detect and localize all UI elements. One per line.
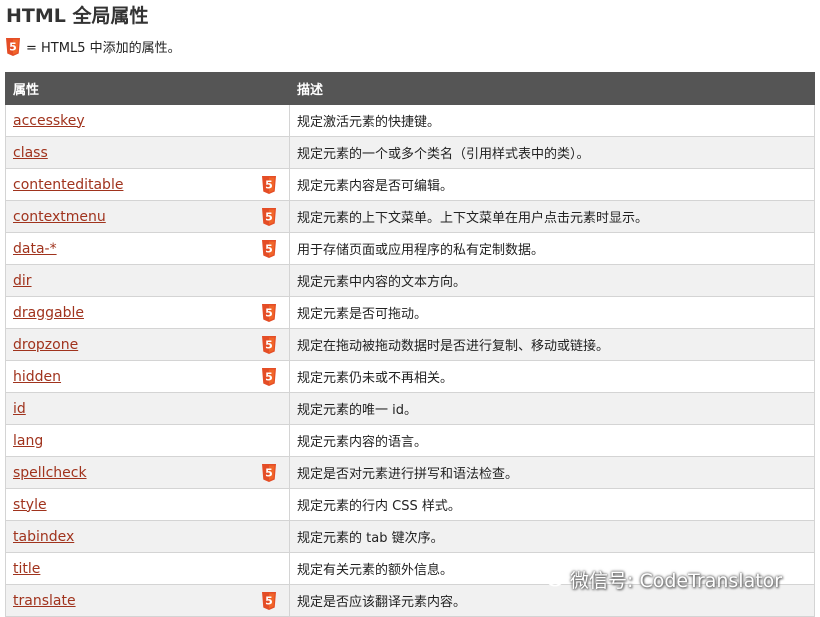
attribute-link[interactable]: dir [13,273,32,289]
description-cell: 规定元素仍未或不再相关。 [289,360,815,393]
html5-icon: 5 [262,304,276,322]
html5-icon: 5 [262,592,276,610]
header-description: 描述 [289,72,815,105]
attribute-cell: accesskey [5,104,290,137]
attribute-link[interactable]: accesskey [13,113,85,129]
table-row: style 规定元素的行内 CSS 样式。 [5,488,815,521]
attribute-link[interactable]: title [13,561,40,577]
attribute-cell: contextmenu 5 [5,200,290,233]
wechat-watermark: 微信号: CodeTranslator [538,566,782,593]
attribute-link[interactable]: spellcheck [13,465,87,481]
html5-icon: 5 [262,464,276,482]
description-cell: 规定元素的上下文菜单。上下文菜单在用户点击元素时显示。 [289,200,815,233]
table-row: class 规定元素的一个或多个类名（引用样式表中的类）。 [5,136,815,169]
table-header-row: 属性 描述 [5,72,815,105]
description-cell: 规定元素的一个或多个类名（引用样式表中的类）。 [289,136,815,169]
table-row: accesskey 规定激活元素的快捷键。 [5,104,815,137]
attribute-cell: contenteditable 5 [5,168,290,201]
attribute-cell: data-* 5 [5,232,290,265]
svg-text:5: 5 [265,371,273,384]
description-cell: 规定是否对元素进行拼写和语法检查。 [289,456,815,489]
attribute-link[interactable]: class [13,145,48,161]
attribute-cell: lang [5,424,290,457]
html5-legend: 5 = HTML5 中添加的属性。 [6,37,181,56]
attribute-cell: dir [5,264,290,297]
table-row: hidden 5 规定元素仍未或不再相关。 [5,360,815,393]
table-row: tabindex 规定元素的 tab 键次序。 [5,520,815,553]
description-cell: 规定元素的唯一 id。 [289,392,815,425]
attribute-link[interactable]: style [13,497,47,513]
attributes-table: 属性 描述 accesskey 规定激活元素的快捷键。 class 规定元素的一个或多… [5,72,815,617]
attribute-cell: dropzone 5 [5,328,290,361]
attribute-link[interactable]: data-* [13,241,57,257]
legend-text: = HTML5 中添加的属性。 [26,41,181,56]
attribute-link[interactable]: id [13,401,26,417]
table-row: contextmenu 5 规定元素的上下文菜单。上下文菜单在用户点击元素时显示。 [5,200,815,233]
attribute-cell: spellcheck 5 [5,456,290,489]
svg-text:5: 5 [265,595,273,608]
html5-icon: 5 [262,336,276,354]
html5-icon: 5 [262,208,276,226]
attribute-link[interactable]: contextmenu [13,209,106,225]
table-row: dir 规定元素中内容的文本方向。 [5,264,815,297]
html5-icon: 5 [6,37,20,56]
description-cell: 用于存储页面或应用程序的私有定制数据。 [289,232,815,265]
svg-text:5: 5 [265,179,273,192]
svg-text:5: 5 [265,243,273,256]
html5-icon: 5 [262,176,276,194]
attribute-cell: title [5,552,290,585]
attribute-link[interactable]: translate [13,593,76,609]
html5-icon: 5 [262,368,276,386]
description-cell: 规定元素是否可拖动。 [289,296,815,329]
description-cell: 规定元素的行内 CSS 样式。 [289,488,815,521]
description-cell: 规定元素内容的语言。 [289,424,815,457]
attribute-link[interactable]: tabindex [13,529,74,545]
attribute-cell: hidden 5 [5,360,290,393]
table-body: accesskey 规定激活元素的快捷键。 class 规定元素的一个或多个类名（引用… [5,104,815,617]
svg-text:5: 5 [265,339,273,352]
table-row: lang 规定元素内容的语言。 [5,424,815,457]
attribute-link[interactable]: draggable [13,305,84,321]
page-title: HTML 全局属性 [6,5,149,27]
attribute-link[interactable]: contenteditable [13,177,123,193]
svg-text:5: 5 [9,40,17,53]
attribute-cell: style [5,488,290,521]
svg-text:5: 5 [265,211,273,224]
table-row: dropzone 5 规定在拖动被拖动数据时是否进行复制、移动或链接。 [5,328,815,361]
html5-icon: 5 [262,240,276,258]
attribute-link[interactable]: hidden [13,369,61,385]
svg-text:5: 5 [265,467,273,480]
table-row: data-* 5 用于存储页面或应用程序的私有定制数据。 [5,232,815,265]
table-row: id 规定元素的唯一 id。 [5,392,815,425]
wechat-icon [538,566,564,593]
description-cell: 规定元素的 tab 键次序。 [289,520,815,553]
table-row: draggable 5 规定元素是否可拖动。 [5,296,815,329]
description-cell: 规定在拖动被拖动数据时是否进行复制、移动或链接。 [289,328,815,361]
description-cell: 规定元素内容是否可编辑。 [289,168,815,201]
table-row: spellcheck 5 规定是否对元素进行拼写和语法检查。 [5,456,815,489]
attribute-link[interactable]: dropzone [13,337,78,353]
watermark-text: 微信号: CodeTranslator [570,570,783,592]
attribute-cell: id [5,392,290,425]
attribute-link[interactable]: lang [13,433,43,449]
attribute-cell: translate 5 [5,584,290,617]
attribute-cell: class [5,136,290,169]
description-cell: 规定激活元素的快捷键。 [289,104,815,137]
attribute-cell: draggable 5 [5,296,290,329]
attribute-cell: tabindex [5,520,290,553]
svg-text:5: 5 [265,307,273,320]
table-row: contenteditable 5 规定元素内容是否可编辑。 [5,168,815,201]
header-attribute: 属性 [5,72,290,105]
description-cell: 规定元素中内容的文本方向。 [289,264,815,297]
